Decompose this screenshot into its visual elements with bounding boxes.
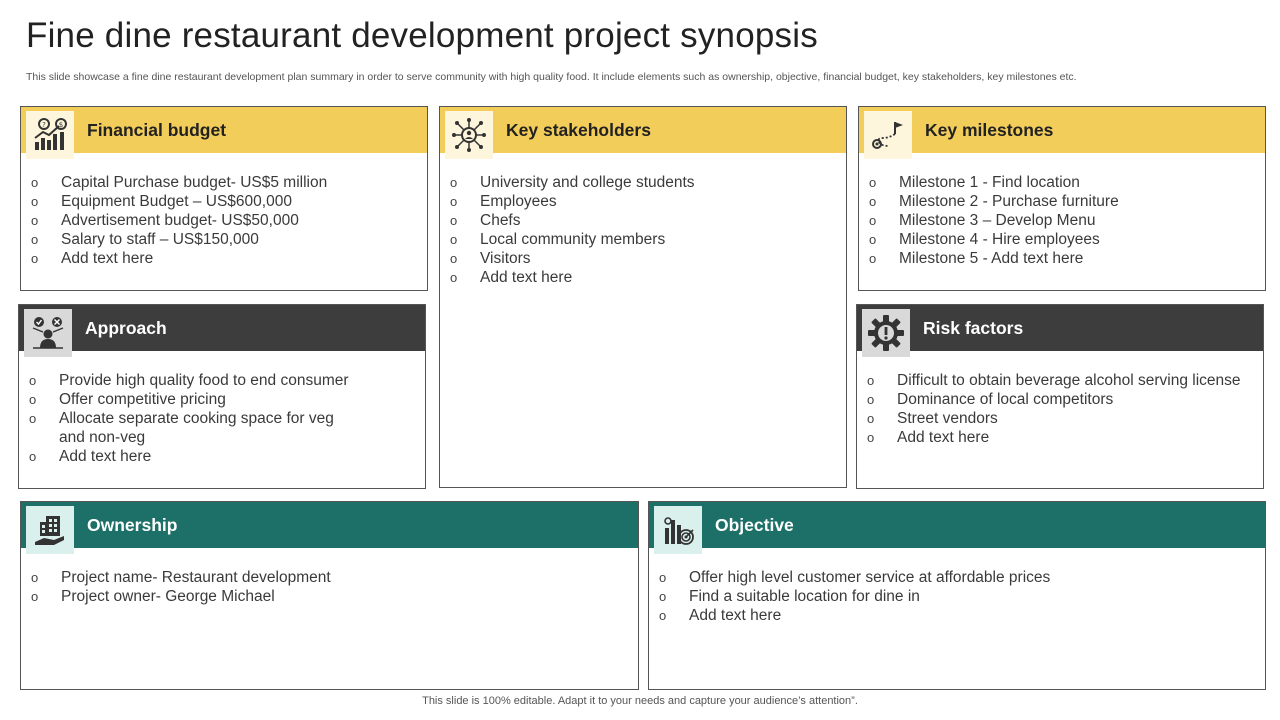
list-item: Visitors [450, 249, 838, 268]
gear-alert-icon [862, 309, 910, 357]
list-item: Project name- Restaurant development [31, 568, 630, 587]
key-milestones-card: Key milestones Milestone 1 - Find locati… [858, 106, 1266, 291]
risk-factors-list: Difficult to obtain beverage alcohol ser… [867, 371, 1255, 447]
ownership-card: Ownership Project name- Restaurant devel… [20, 501, 639, 690]
footer-note: This slide is 100% editable. Adapt it to… [422, 695, 858, 707]
list-item: Advertisement budget- US$50,000 [31, 211, 419, 230]
list-item: Milestone 3 – Develop Menu [869, 211, 1257, 230]
target-chart-icon [654, 506, 702, 554]
list-item: Street vendors [867, 409, 1255, 428]
decision-person-icon [24, 309, 72, 357]
financial-budget-card: ? $ Financial budget Capital Purchase bu… [20, 106, 428, 291]
approach-list: Provide high quality food to end consume… [29, 371, 355, 466]
list-item: Milestone 4 - Hire employees [869, 230, 1257, 249]
list-item: Add text here [450, 268, 838, 287]
list-item: Add text here [31, 249, 419, 268]
page-subtitle: This slide showcase a fine dine restaura… [26, 71, 1077, 83]
card-title: Key stakeholders [506, 120, 651, 140]
card-title: Approach [85, 318, 167, 338]
list-item: Employees [450, 192, 838, 211]
card-title: Risk factors [923, 318, 1024, 338]
list-item: Difficult to obtain beverage alcohol ser… [867, 371, 1255, 390]
svg-text:?: ? [42, 121, 46, 129]
key-stakeholders-list: University and college students Employee… [450, 173, 838, 287]
list-item: Salary to staff – US$150,000 [31, 230, 419, 249]
financial-budget-list: Capital Purchase budget- US$5 million Eq… [31, 173, 419, 268]
card-title: Financial budget [87, 120, 227, 140]
card-title: Key milestones [925, 120, 1054, 140]
list-item: Local community members [450, 230, 838, 249]
list-item: Capital Purchase budget- US$5 million [31, 173, 419, 192]
list-item: Equipment Budget – US$600,000 [31, 192, 419, 211]
svg-text:$: $ [59, 121, 63, 129]
card-header [19, 305, 425, 351]
key-stakeholders-card: Key stakeholders University and college … [439, 106, 847, 488]
list-item: Add text here [29, 447, 355, 466]
list-item: University and college students [450, 173, 838, 192]
risk-factors-card: Risk factors Difficult to obtain beverag… [856, 304, 1264, 489]
list-item: Allocate separate cooking space for veg … [29, 409, 355, 447]
card-title: Objective [715, 515, 794, 535]
list-item: Milestone 2 - Purchase furniture [869, 192, 1257, 211]
key-milestones-list: Milestone 1 - Find location Milestone 2 … [869, 173, 1257, 268]
route-flag-icon [864, 111, 912, 159]
list-item: Milestone 1 - Find location [869, 173, 1257, 192]
list-item: Offer high level customer service at aff… [659, 568, 1257, 587]
list-item: Dominance of local competitors [867, 390, 1255, 409]
list-item: Offer competitive pricing [29, 390, 355, 409]
network-people-icon [445, 111, 493, 159]
card-header [859, 107, 1265, 153]
list-item: Add text here [867, 428, 1255, 447]
list-item: Chefs [450, 211, 838, 230]
list-item: Provide high quality food to end consume… [29, 371, 355, 390]
list-item: Project owner- George Michael [31, 587, 630, 606]
list-item: Milestone 5 - Add text here [869, 249, 1257, 268]
approach-card: Approach Provide high quality food to en… [18, 304, 426, 489]
building-hand-icon [26, 506, 74, 554]
objective-list: Offer high level customer service at aff… [659, 568, 1257, 625]
card-title: Ownership [87, 515, 178, 535]
list-item: Add text here [659, 606, 1257, 625]
page-title: Fine dine restaurant development project… [26, 16, 818, 55]
budget-chart-icon: ? $ [26, 111, 74, 159]
list-item: Find a suitable location for dine in [659, 587, 1257, 606]
card-header [857, 305, 1263, 351]
ownership-list: Project name- Restaurant development Pro… [31, 568, 630, 606]
objective-card: Objective Offer high level customer serv… [648, 501, 1266, 690]
